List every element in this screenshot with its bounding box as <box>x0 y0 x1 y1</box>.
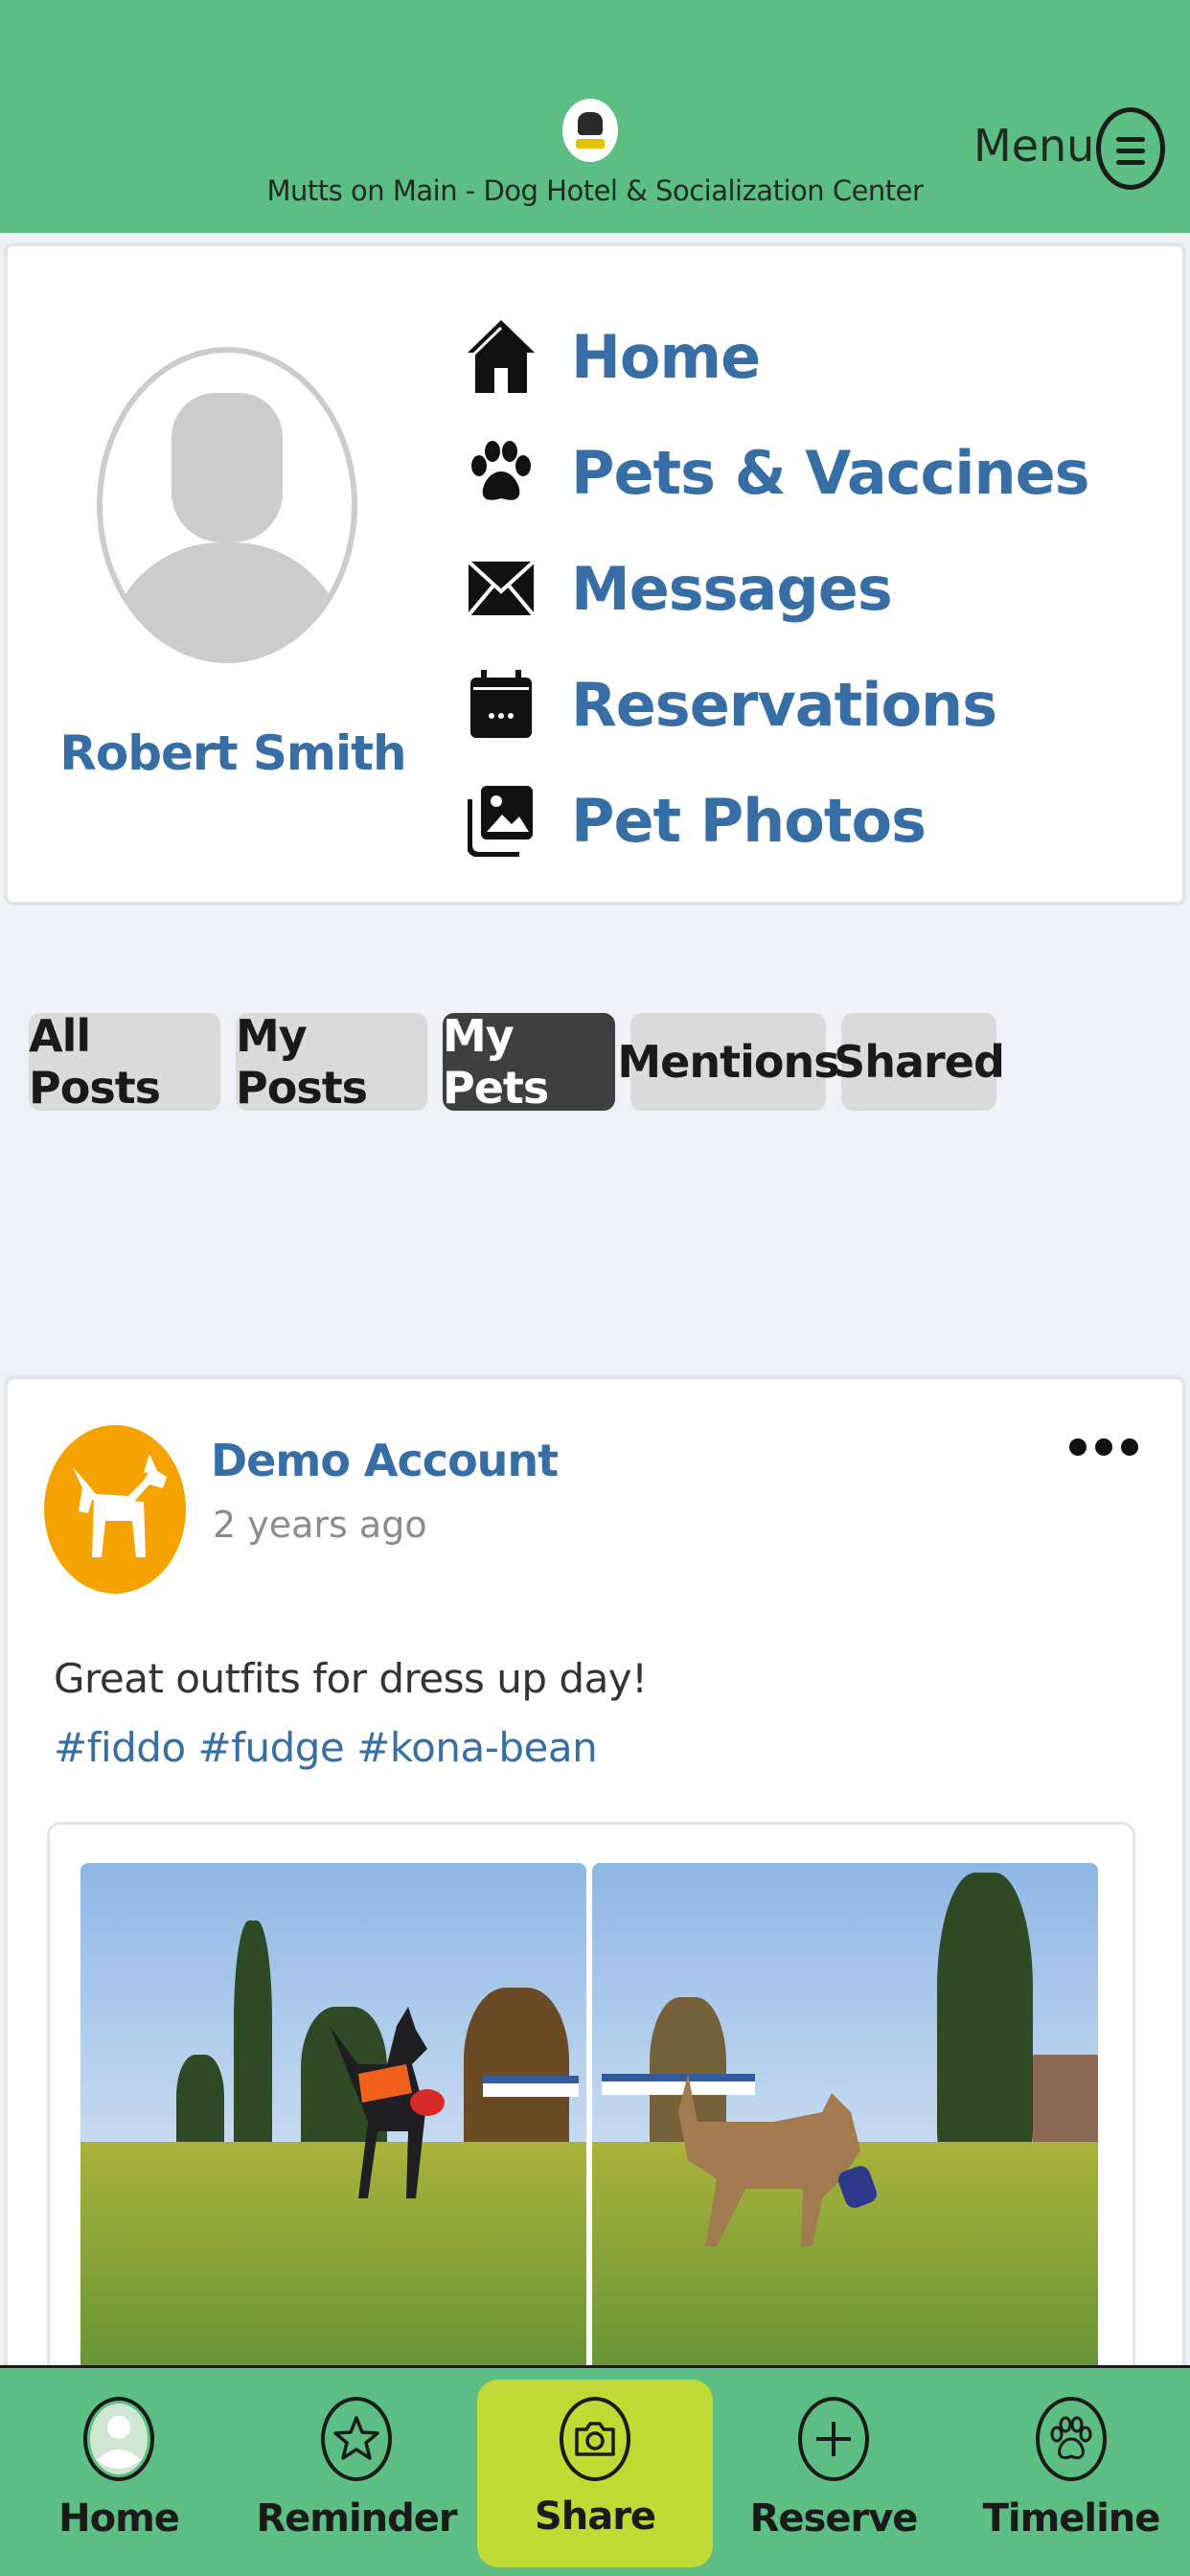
photos-icon <box>458 777 544 863</box>
tab-label: Home <box>58 2496 180 2541</box>
tab-home[interactable]: Home <box>0 2368 238 2576</box>
nav-label: Reservations <box>571 669 997 740</box>
filter-shared[interactable]: Shared <box>834 1013 1005 1111</box>
logo-mark <box>576 139 605 149</box>
nav-label: Home <box>571 321 761 392</box>
nav-label: Messages <box>571 553 893 624</box>
envelope-icon <box>458 545 544 632</box>
filter-mentions[interactable]: Mentions <box>617 1013 840 1111</box>
tab-reserve[interactable]: Reserve <box>715 2368 952 2576</box>
hamburger-menu-icon[interactable] <box>1096 107 1165 190</box>
tab-timeline[interactable]: Timeline <box>952 2368 1190 2576</box>
profile-card: Robert Smith Home Pets & Vaccines Messag… <box>4 242 1186 906</box>
filter-all-posts[interactable]: All Posts <box>29 1010 220 1114</box>
post-text: Great outfits for dress up day! <box>54 1655 648 1702</box>
more-options-icon[interactable] <box>1069 1433 1138 1461</box>
brand-logo[interactable] <box>562 99 618 162</box>
camera-icon <box>560 2397 630 2481</box>
tab-label: Reserve <box>749 2496 919 2541</box>
paw-icon <box>1036 2397 1107 2481</box>
post-photo-1[interactable] <box>80 1863 586 2400</box>
post-author-name[interactable]: Demo Account <box>211 1435 559 1486</box>
nav-item-reservations[interactable]: Reservations <box>458 661 997 748</box>
avatar-head-shape <box>172 393 283 542</box>
star-icon <box>321 2397 392 2481</box>
nav-item-pets-vaccines[interactable]: Pets & Vaccines <box>458 429 1090 516</box>
paw-icon <box>458 429 544 516</box>
bottom-tab-bar: Home Reminder Share Reserve Timeline <box>0 2365 1190 2576</box>
tab-label: Share <box>534 2495 656 2539</box>
post-hashtags[interactable]: #fiddo #fudge #kona-bean <box>54 1724 598 1771</box>
tab-reminder[interactable]: Reminder <box>238 2368 475 2576</box>
nav-label: Pet Photos <box>571 785 927 856</box>
nav-label: Pets & Vaccines <box>571 437 1090 508</box>
plus-icon <box>798 2397 869 2481</box>
user-name[interactable]: Robert Smith <box>46 725 420 781</box>
house-icon <box>458 313 544 400</box>
site-name: Mutts on Main - Dog Hotel & Socializatio… <box>266 174 924 207</box>
tab-label: Reminder <box>256 2496 457 2541</box>
dog-silhouette-icon <box>73 1454 167 1557</box>
avatar-body-shape <box>106 542 348 657</box>
tab-label: Timeline <box>982 2496 1161 2541</box>
logo-dog-shape <box>578 112 603 135</box>
filter-my-pets[interactable]: My Pets <box>443 1010 615 1114</box>
user-avatar[interactable] <box>97 347 357 663</box>
calendar-icon <box>458 661 544 748</box>
tab-share[interactable]: Share <box>477 2380 713 2567</box>
post-author-avatar[interactable] <box>44 1425 186 1594</box>
nav-item-home[interactable]: Home <box>458 313 761 400</box>
app-header: Mutts on Main - Dog Hotel & Socializatio… <box>0 0 1190 233</box>
post-filter-tabs: All Posts My Posts My Pets Mentions Shar… <box>29 1010 1012 1114</box>
post-timestamp: 2 years ago <box>213 1504 427 1546</box>
filter-my-posts[interactable]: My Posts <box>236 1010 427 1114</box>
nav-item-messages[interactable]: Messages <box>458 545 893 632</box>
nav-item-pet-photos[interactable]: Pet Photos <box>458 777 927 863</box>
menu-label[interactable]: Menu <box>973 120 1094 172</box>
person-icon <box>83 2397 154 2481</box>
post-photo-2[interactable] <box>592 1863 1098 2400</box>
